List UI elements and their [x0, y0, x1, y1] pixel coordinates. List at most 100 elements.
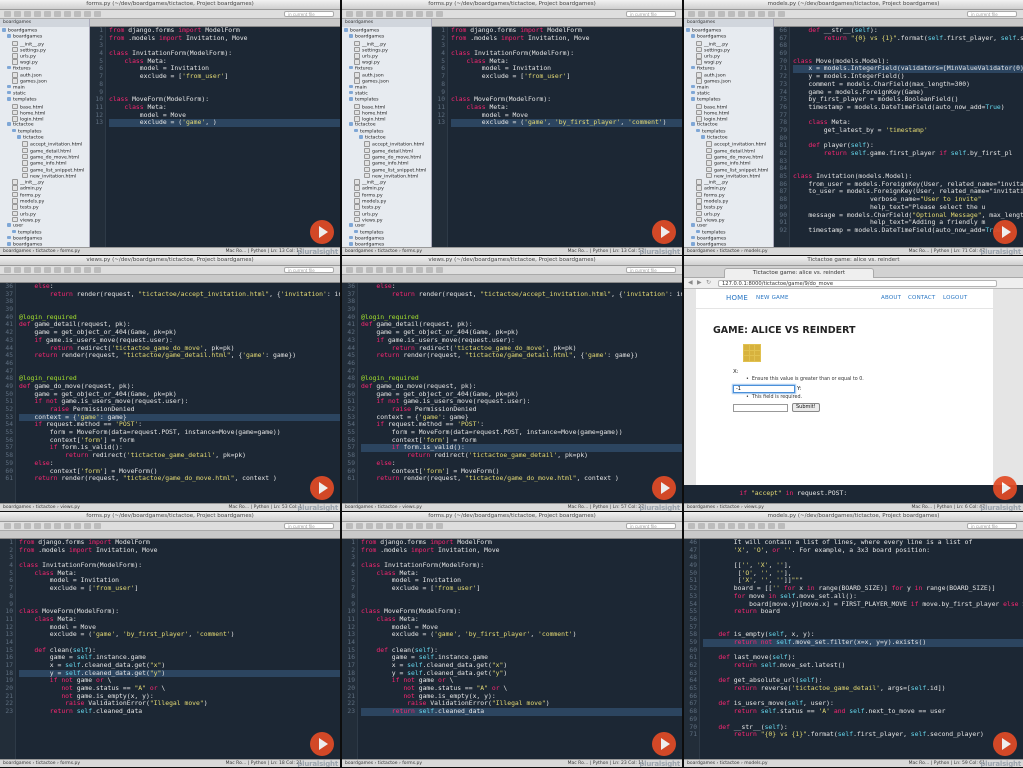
open-file-icon[interactable] [698, 523, 705, 529]
undo-icon[interactable] [64, 267, 71, 273]
code-line[interactable] [361, 593, 682, 601]
code-line[interactable]: 'X', 'O', or ''. For example, a 3x3 boar… [703, 546, 1023, 555]
undo-icon[interactable] [406, 267, 413, 273]
board-cell[interactable] [744, 345, 749, 350]
code-line[interactable]: return "{0} vs {1}".format(self.first_pl… [703, 730, 1023, 739]
save-icon[interactable] [366, 267, 373, 273]
play-button-icon[interactable] [652, 732, 676, 756]
run-icon[interactable] [436, 267, 443, 273]
redo-icon[interactable] [416, 523, 423, 529]
run-icon[interactable] [94, 267, 101, 273]
paste-icon[interactable] [54, 267, 61, 273]
code-line[interactable]: from .models import Invitation, Move [19, 546, 340, 555]
code-line[interactable]: timestamp = models.DateTimeField(auto_no… [793, 226, 1023, 235]
code-line[interactable]: return render(request, "tictactoe/game_d… [19, 474, 340, 483]
code-editor[interactable]: else: return render(request, "tictactoe/… [358, 283, 682, 503]
run-icon[interactable] [436, 523, 443, 529]
code-line[interactable]: timestamp = models.DateTimeField(auto_no… [793, 103, 1023, 112]
save-icon[interactable] [366, 523, 373, 529]
undo-icon[interactable] [406, 11, 413, 17]
nav-link-contact[interactable]: CONTACT [908, 295, 935, 301]
redo-icon[interactable] [74, 523, 81, 529]
cut-icon[interactable] [718, 523, 725, 529]
code-line[interactable]: return self.cleaned_data [361, 707, 682, 716]
redo-icon[interactable] [758, 11, 765, 17]
save-icon[interactable] [24, 523, 31, 529]
code-line[interactable]: return not self.move_set.filter(x=x, y=y… [703, 638, 1023, 647]
code-line[interactable] [451, 81, 682, 89]
code-editor[interactable]: from django.forms import ModelForm from .… [448, 27, 682, 247]
find-icon[interactable] [84, 523, 91, 529]
code-line[interactable] [361, 360, 682, 368]
code-editor[interactable]: from django.forms import ModelForm from .… [16, 539, 340, 759]
nav-link-about[interactable]: ABOUT [881, 295, 901, 301]
find-icon[interactable] [426, 267, 433, 273]
copy-icon[interactable] [728, 11, 735, 17]
search-input[interactable]: in current file [284, 523, 334, 529]
board-cell[interactable] [749, 356, 755, 361]
code-line[interactable]: return board [703, 607, 1023, 616]
code-editor[interactable]: from django.forms import ModelForm from .… [106, 27, 340, 247]
new-file-icon[interactable] [346, 11, 353, 17]
board-cell[interactable] [749, 350, 755, 356]
undo-icon[interactable] [748, 523, 755, 529]
open-file-icon[interactable] [356, 11, 363, 17]
save-icon[interactable] [708, 523, 715, 529]
play-button-icon[interactable] [993, 220, 1017, 244]
open-file-icon[interactable] [356, 267, 363, 273]
search-input[interactable]: in current file [967, 11, 1017, 17]
find-icon[interactable] [426, 11, 433, 17]
code-line[interactable] [19, 360, 340, 368]
code-line[interactable]: exclude = ('game', 'by_first_player', 'c… [451, 118, 682, 127]
run-icon[interactable] [778, 523, 785, 529]
x-input[interactable]: -1 [733, 385, 795, 393]
copy-icon[interactable] [44, 267, 51, 273]
play-button-icon[interactable] [993, 476, 1017, 500]
code-line[interactable]: exclude = ['from_user'] [109, 72, 340, 81]
undo-icon[interactable] [64, 11, 71, 17]
code-line[interactable]: return self.cleaned_data [19, 707, 340, 716]
url-field[interactable]: 127.0.0.1:8000/tictactoe/game/9/do_move [718, 280, 997, 287]
play-button-icon[interactable] [310, 476, 334, 500]
code-editor[interactable]: else: return render(request, "tictactoe/… [16, 283, 340, 503]
code-line[interactable]: return self.status == 'A' and self.next_… [703, 707, 1023, 716]
code-line[interactable]: exclude = ['from_user'] [451, 72, 682, 81]
code-line[interactable]: return render(request, "tictactoe/game_d… [361, 351, 682, 360]
run-icon[interactable] [94, 523, 101, 529]
open-file-icon[interactable] [698, 11, 705, 17]
play-button-icon[interactable] [310, 732, 334, 756]
new-file-icon[interactable] [346, 523, 353, 529]
code-line[interactable] [19, 593, 340, 601]
undo-icon[interactable] [748, 11, 755, 17]
copy-icon[interactable] [386, 267, 393, 273]
save-icon[interactable] [24, 267, 31, 273]
code-line[interactable]: get_latest_by = 'timestamp' [793, 126, 1023, 135]
find-icon[interactable] [768, 11, 775, 17]
nav-link-new-game[interactable]: NEW GAME [756, 295, 789, 301]
run-icon[interactable] [436, 11, 443, 17]
cut-icon[interactable] [718, 11, 725, 17]
undo-icon[interactable] [406, 523, 413, 529]
open-file-icon[interactable] [14, 523, 21, 529]
code-line[interactable]: return self.move_set.latest() [703, 661, 1023, 670]
cut-icon[interactable] [34, 11, 41, 17]
search-input[interactable]: in current file [284, 11, 334, 17]
redo-icon[interactable] [758, 523, 765, 529]
code-line[interactable]: return redirect('tictactoe_game_detail',… [19, 451, 340, 460]
search-input[interactable]: in current file [626, 523, 676, 529]
paste-icon[interactable] [738, 523, 745, 529]
find-icon[interactable] [768, 523, 775, 529]
save-icon[interactable] [366, 11, 373, 17]
paste-icon[interactable] [396, 11, 403, 17]
code-line[interactable] [361, 298, 682, 306]
code-line[interactable]: exclude = ['from_user'] [19, 584, 340, 593]
cut-icon[interactable] [376, 523, 383, 529]
run-icon[interactable] [778, 11, 785, 17]
code-line[interactable]: return render(request, "tictactoe/game_d… [361, 474, 682, 483]
code-line[interactable]: from .models import Invitation, Move [361, 546, 682, 555]
cut-icon[interactable] [34, 523, 41, 529]
search-input[interactable]: in current file [626, 267, 676, 273]
code-line[interactable]: return render(request, "tictactoe/accept… [361, 290, 682, 299]
new-file-icon[interactable] [688, 523, 695, 529]
board-cell[interactable] [755, 356, 760, 361]
